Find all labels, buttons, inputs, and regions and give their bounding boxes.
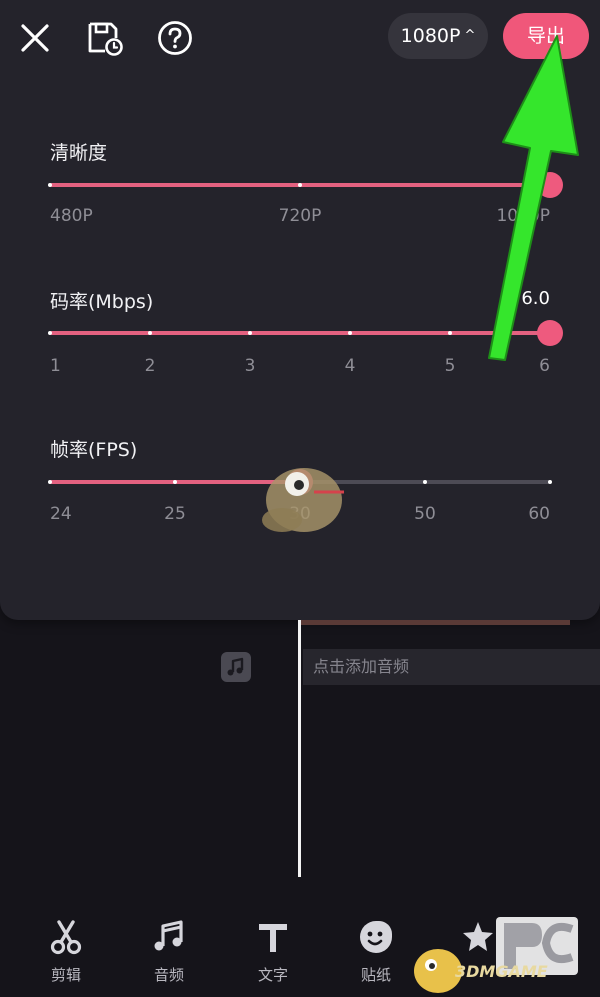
bitrate-slider-tick-label: 4: [344, 356, 356, 376]
tool-text[interactable]: 文字: [238, 918, 308, 985]
framerate-slider-tick-label: 24: [50, 504, 72, 524]
framerate-slider-tick-mark: [423, 480, 427, 484]
export-settings-panel: 1080P ^ 导出 清晰度 480P 720P 1080P 码率(Mbps) 6.0…: [0, 0, 600, 620]
bitrate-slider-thumb[interactable]: [537, 320, 563, 346]
add-audio-track[interactable]: 点击添加音频: [303, 649, 600, 685]
music-track-icon[interactable]: [221, 652, 251, 682]
bitrate-slider-tick-label: 6: [539, 356, 550, 376]
framerate-slider-tick-label: 50: [414, 504, 436, 524]
framerate-slider-thumb[interactable]: [287, 469, 313, 495]
resolution-slider-tick-label: 720P: [278, 206, 322, 226]
help-icon[interactable]: [155, 18, 195, 58]
resolution-slider-tick-label: 1080P: [496, 206, 550, 226]
framerate-slider-tick-label: 30: [289, 504, 311, 524]
bitrate-slider-tick-mark: [248, 331, 252, 335]
tool-sticker[interactable]: 贴纸: [341, 918, 411, 985]
bitrate-slider-tick-label: 3: [244, 356, 256, 376]
resolution-label: 清晰度: [50, 142, 108, 164]
tool-audio-label: 音频: [153, 966, 184, 984]
bitrate-slider-tick-label: 2: [144, 356, 156, 376]
bitrate-slider[interactable]: [48, 318, 563, 348]
bitrate-slider-fill: [50, 331, 550, 335]
framerate-slider-tick-mark: [48, 480, 52, 484]
bitrate-label: 码率(Mbps): [50, 291, 154, 313]
effects-star-icon: [463, 922, 493, 951]
resolution-slider-tick-mark: [298, 183, 302, 187]
text-icon: [259, 924, 287, 952]
tool-edit-label: 剪辑: [50, 966, 81, 984]
bitrate-slider-tick-label: 1: [50, 356, 61, 376]
bitrate-slider-tick-mark: [348, 331, 352, 335]
framerate-slider-tick-label: 25: [164, 504, 186, 524]
framerate-label: 帧率(FPS): [50, 439, 138, 461]
tool-sticker-label: 贴纸: [360, 966, 391, 984]
export-button[interactable]: 导出: [503, 13, 589, 59]
framerate-slider-tick-mark: [173, 480, 177, 484]
resolution-slider-thumb[interactable]: [537, 172, 563, 198]
bitrate-slider-tick-label: 5: [444, 356, 456, 376]
music-note-icon: [154, 920, 183, 951]
framerate-slider-tick-label: 60: [528, 504, 550, 524]
playhead[interactable]: [298, 620, 301, 877]
close-icon[interactable]: [15, 18, 55, 58]
bitrate-slider-tick-mark: [48, 331, 52, 335]
resolution-slider[interactable]: [48, 170, 563, 200]
tool-text-label: 文字: [257, 966, 288, 984]
framerate-slider-tick-mark: [548, 480, 552, 484]
resolution-dropdown[interactable]: 1080P ^: [388, 13, 488, 59]
bitrate-slider-tick-mark: [148, 331, 152, 335]
tool-edit[interactable]: 剪辑: [31, 918, 101, 985]
framerate-slider[interactable]: [48, 467, 552, 497]
tool-effects[interactable]: [446, 918, 516, 964]
chevron-up-icon: ^: [464, 28, 476, 43]
video-clip-strip[interactable]: [300, 620, 570, 625]
bitrate-value: 6.0: [521, 288, 550, 309]
resolution-dropdown-label: 1080P: [400, 25, 461, 47]
bottom-toolbar: 剪辑 音频 文字 贴纸: [0, 900, 600, 997]
scissors-icon: [50, 920, 82, 955]
save-draft-icon[interactable]: [85, 18, 125, 58]
top-bar: 1080P ^ 导出: [0, 0, 600, 80]
resolution-slider-tick-label: 480P: [50, 206, 93, 226]
resolution-slider-tick-mark: [48, 183, 52, 187]
tool-audio[interactable]: 音频: [134, 918, 204, 985]
sticker-icon: [360, 921, 392, 953]
bitrate-slider-tick-mark: [448, 331, 452, 335]
